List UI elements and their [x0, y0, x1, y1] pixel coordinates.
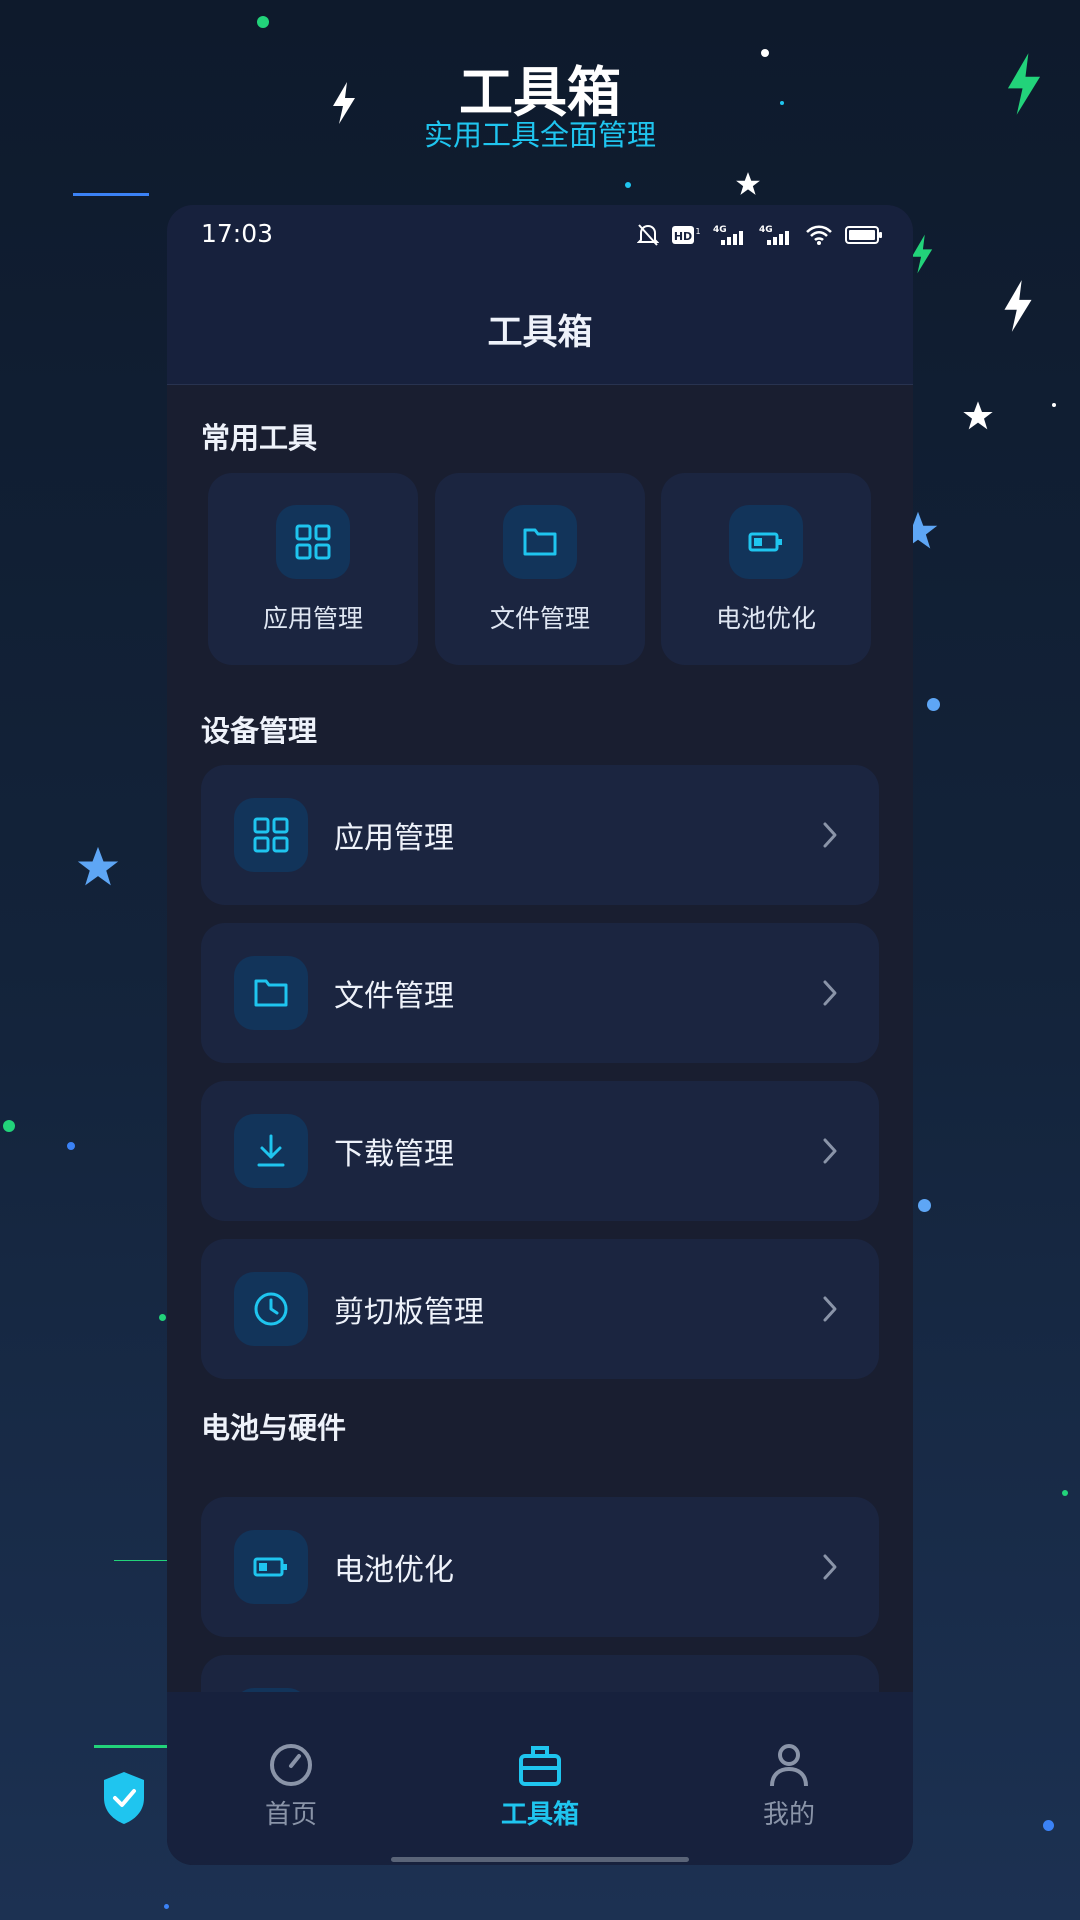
- signal-4g-icon: 4G: [713, 225, 743, 245]
- list-item-download-management[interactable]: 下载管理: [201, 1081, 879, 1221]
- app-bar-title: 工具箱: [487, 313, 593, 353]
- battery-icon: [729, 505, 803, 579]
- home-indicator[interactable]: [391, 1857, 689, 1862]
- list-item-clipboard-management[interactable]: 剪切板管理: [201, 1239, 879, 1379]
- decor-dot: [918, 1199, 931, 1212]
- decor-dot: [164, 1904, 169, 1909]
- section-title-device-management: 设备管理: [201, 714, 318, 748]
- decor-dot: [3, 1120, 15, 1132]
- grid-icon: [234, 798, 308, 872]
- list-item-label: 文件管理: [334, 979, 454, 1014]
- decor-dot: [927, 698, 940, 711]
- status-icons: HD 1 4G 4G: [637, 223, 883, 247]
- gauge-icon: [270, 1744, 312, 1786]
- chevron-right-icon: [823, 1138, 837, 1164]
- lightning-icon: [1004, 280, 1032, 332]
- decor-dot: [159, 1314, 166, 1321]
- folder-icon: [234, 956, 308, 1030]
- star-icon: [736, 172, 760, 195]
- phone-screen: 17:03 HD 1 4G 4G 工具箱 常用工具 应用管理 文件管理 电池优化 …: [167, 205, 913, 1865]
- nav-label: 我的: [762, 1800, 815, 1830]
- section-title-battery-hardware: 电池与硬件: [201, 1411, 347, 1445]
- svg-text:HD: HD: [674, 230, 692, 243]
- nav-label: 首页: [264, 1800, 317, 1830]
- svg-text:4G: 4G: [759, 225, 773, 235]
- mute-bell-icon: [637, 224, 659, 246]
- list-item-label: 电池优化: [334, 1553, 454, 1588]
- quick-tool-battery-optimize[interactable]: 电池优化: [661, 473, 871, 665]
- status-bar: 17:03 HD 1 4G 4G: [167, 205, 913, 270]
- bottom-nav: 首页 工具箱 我的: [167, 1692, 913, 1865]
- svg-text:4G: 4G: [713, 225, 727, 235]
- page-subtitle: 实用工具全面管理: [423, 118, 656, 152]
- hd-icon: HD 1: [672, 226, 701, 244]
- decor-line: [114, 1560, 167, 1561]
- nav-label: 工具箱: [500, 1800, 579, 1830]
- decor-dot: [67, 1142, 75, 1150]
- decor-dot: [257, 16, 269, 28]
- list-item-app-management[interactable]: 应用管理: [201, 765, 879, 905]
- star-icon: [963, 401, 993, 430]
- decor-dot: [1052, 403, 1056, 407]
- list-item-file-management[interactable]: 文件管理: [201, 923, 879, 1063]
- nav-item-home[interactable]: 首页: [191, 1742, 391, 1831]
- list-item-label: 下载管理: [334, 1137, 454, 1172]
- app-bar: 工具箱: [167, 270, 913, 385]
- grid-icon: [276, 505, 350, 579]
- signal-4g-icon: 4G: [759, 225, 789, 245]
- clock-icon: [234, 1272, 308, 1346]
- quick-tool-app-management[interactable]: 应用管理: [208, 473, 418, 665]
- chevron-right-icon: [823, 1554, 837, 1580]
- battery-icon: [234, 1530, 308, 1604]
- folder-icon: [503, 505, 577, 579]
- chevron-right-icon: [823, 980, 837, 1006]
- person-icon: [770, 1744, 808, 1787]
- shield-check-icon: [104, 1772, 144, 1824]
- chevron-right-icon: [823, 1296, 837, 1322]
- list-item-label: 剪切板管理: [334, 1295, 484, 1330]
- decor-dot: [625, 182, 631, 188]
- battery-status-icon: [845, 226, 882, 244]
- wifi-icon: [806, 225, 832, 245]
- svg-text:1: 1: [695, 227, 700, 236]
- quick-tool-label: 电池优化: [715, 604, 816, 633]
- star-icon: [77, 846, 119, 886]
- quick-tool-file-management[interactable]: 文件管理: [435, 473, 645, 665]
- list-item-label: 应用管理: [334, 821, 454, 856]
- status-time: 17:03: [201, 219, 274, 248]
- chevron-right-icon: [823, 822, 837, 848]
- decor-line: [73, 193, 149, 196]
- decor-dot: [1043, 1820, 1054, 1831]
- decor-dot: [1062, 1490, 1068, 1496]
- nav-item-toolbox[interactable]: 工具箱: [440, 1742, 640, 1831]
- quick-tool-label: 文件管理: [489, 604, 590, 633]
- download-icon: [234, 1114, 308, 1188]
- toolbox-icon: [519, 1746, 561, 1786]
- decor-line: [94, 1745, 167, 1748]
- quick-tool-label: 应用管理: [262, 604, 363, 633]
- lightning-icon: [911, 234, 933, 274]
- nav-item-profile[interactable]: 我的: [689, 1742, 889, 1831]
- section-title-common-tools: 常用工具: [201, 421, 318, 455]
- list-item-battery-optimize[interactable]: 电池优化: [201, 1497, 879, 1637]
